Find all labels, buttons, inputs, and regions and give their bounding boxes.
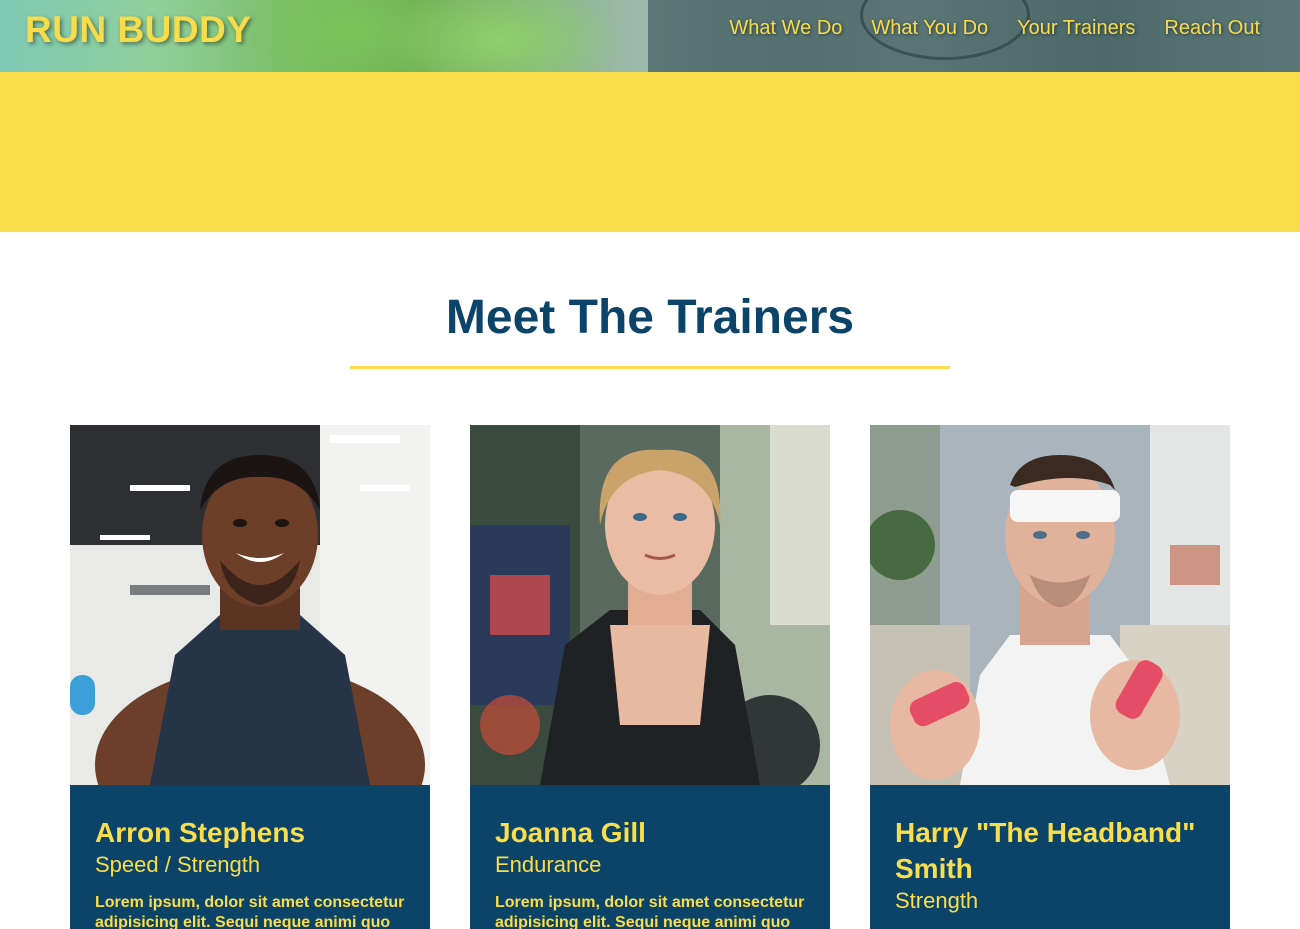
nav-link-your-trainers[interactable]: Your Trainers xyxy=(1017,17,1135,40)
trainer-photo-image xyxy=(870,425,1230,785)
nav-link-reach-out[interactable]: Reach Out xyxy=(1164,17,1260,40)
trainer-photo-image xyxy=(70,425,430,785)
trainer-name: Arron Stephens xyxy=(95,817,306,848)
trainer-photo xyxy=(70,425,430,785)
trainer-info: Joanna Gill Endurance Lorem ipsum, dolor… xyxy=(470,785,830,929)
trainer-card: Harry "The Headband" Smith Strength xyxy=(870,425,1230,929)
trainer-name: Harry "The Headband" Smith xyxy=(895,817,1196,884)
trainer-role: Speed / Strength xyxy=(95,852,261,877)
trainer-bio: Lorem ipsum, dolor sit amet consectetur … xyxy=(495,894,805,929)
trainer-role: Strength xyxy=(895,888,979,913)
trainer-role: Endurance xyxy=(495,852,602,877)
header-background-foliage-2 xyxy=(380,0,620,72)
logo-link[interactable]: RUN BUDDY xyxy=(25,9,252,51)
trainer-bio: Lorem ipsum, dolor sit amet consectetur … xyxy=(95,894,405,929)
trainer-info: Arron Stephens Speed / Strength Lorem ip… xyxy=(70,785,430,929)
trainer-photo-image xyxy=(470,425,830,785)
trainer-info: Harry "The Headband" Smith Strength xyxy=(870,785,1230,915)
section-title-underline xyxy=(350,366,950,369)
hero-band xyxy=(0,72,1300,232)
trainer-name: Joanna Gill xyxy=(495,817,646,848)
trainer-photo xyxy=(870,425,1230,785)
trainer-photo xyxy=(470,425,830,785)
nav-link-what-we-do[interactable]: What We Do xyxy=(729,17,842,40)
main-nav: What We Do What You Do Your Trainers Rea… xyxy=(729,17,1260,40)
trainer-card: Arron Stephens Speed / Strength Lorem ip… xyxy=(70,425,430,929)
trainer-card: Joanna Gill Endurance Lorem ipsum, dolor… xyxy=(470,425,830,929)
nav-link-what-you-do[interactable]: What You Do xyxy=(871,17,988,40)
site-header: RUN BUDDY What We Do What You Do Your Tr… xyxy=(0,0,1300,72)
section-title: Meet The Trainers xyxy=(445,291,855,344)
